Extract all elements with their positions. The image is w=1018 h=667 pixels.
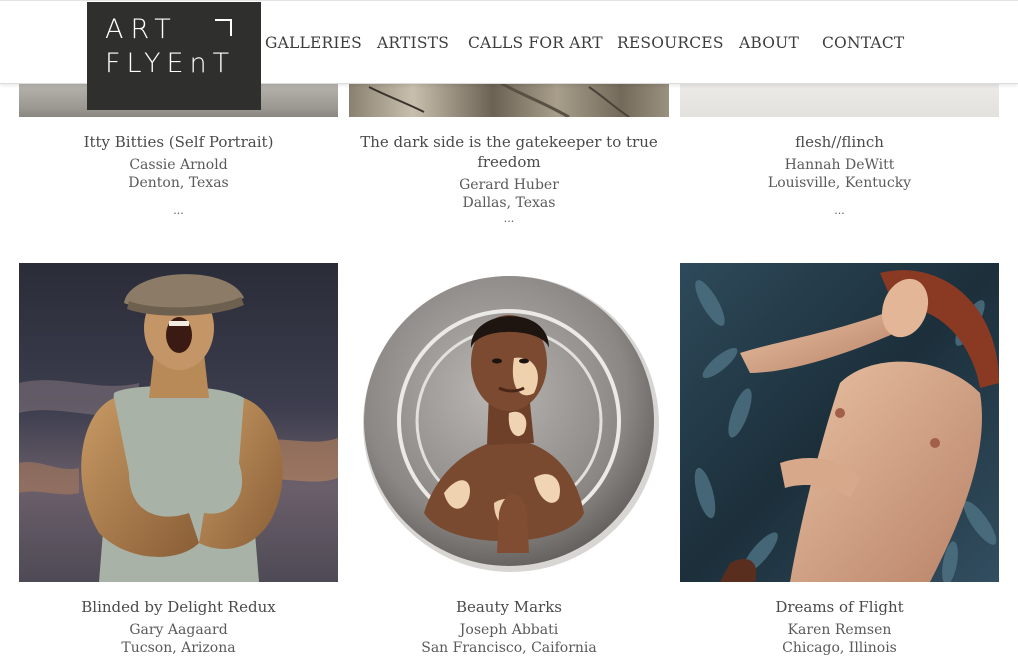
- artwork-title[interactable]: Dreams of Flight: [680, 597, 999, 617]
- artwork-title[interactable]: Blinded by Delight Redux: [19, 597, 338, 617]
- artwork-title[interactable]: flesh//flinch: [680, 132, 999, 152]
- artist-location: Chicago, Illinois: [782, 640, 897, 656]
- artwork-card: Dreams of Flight Karen Remsen Chicago, I…: [680, 597, 999, 657]
- nav-resources[interactable]: RESOURCES: [617, 34, 724, 52]
- artist-location: San Francisco, Caifornia: [421, 640, 597, 656]
- nav-galleries[interactable]: GALLERIES: [265, 34, 362, 52]
- sketch-figure-detail: [368, 82, 630, 117]
- artwork-card: Blinded by Delight Redux Gary Aagaard Tu…: [19, 597, 338, 657]
- logo-corner-mark: [215, 19, 232, 36]
- logo-line-2: FLYEnT: [105, 48, 236, 79]
- artist-name: Hannah DeWitt: [784, 157, 895, 173]
- more-ellipsis: ...: [834, 204, 845, 217]
- artwork-title[interactable]: The dark side is the gatekeeper to true …: [349, 132, 669, 172]
- artwork-card: flesh//flinch Hannah DeWitt Louisville, …: [680, 132, 999, 218]
- artist-location: Denton, Texas: [128, 175, 229, 191]
- artist-name: Gary Aagaard: [129, 622, 228, 638]
- painting-beauty-marks: [363, 276, 659, 572]
- artwork-thumbnail[interactable]: [680, 82, 999, 117]
- artist-location: Dallas, Texas: [462, 195, 556, 211]
- artwork-card: The dark side is the gatekeeper to true …: [349, 132, 669, 226]
- artist-name: Cassie Arnold: [129, 157, 228, 173]
- artist-name: Gerard Huber: [459, 177, 559, 193]
- artwork-card: Itty Bitties (Self Portrait) Cassie Arno…: [19, 132, 338, 218]
- logo-line-1: ART: [105, 14, 178, 45]
- artwork-thumbnail[interactable]: [680, 263, 999, 582]
- artwork-thumbnail[interactable]: [19, 263, 338, 582]
- artist-name: Joseph Abbati: [459, 622, 559, 638]
- nav-contact[interactable]: CONTACT: [822, 34, 904, 52]
- nav-about[interactable]: ABOUT: [739, 34, 799, 52]
- nav-calls-for-art[interactable]: CALLS FOR ART: [468, 34, 603, 52]
- nav-artists[interactable]: ARTISTS: [377, 34, 449, 52]
- artwork-title[interactable]: Itty Bitties (Self Portrait): [19, 132, 338, 152]
- artist-name: Karen Remsen: [787, 622, 892, 638]
- painting-blinded-by-delight: [19, 263, 338, 582]
- artwork-thumbnail[interactable]: [349, 82, 669, 117]
- artist-location: Tucson, Arizona: [121, 640, 236, 656]
- site-logo[interactable]: ART FLYEnT: [87, 2, 261, 110]
- more-ellipsis: ...: [503, 212, 515, 225]
- artwork-thumbnail[interactable]: [349, 263, 669, 582]
- painting-dreams-of-flight: [680, 263, 999, 582]
- artwork-title[interactable]: Beauty Marks: [349, 597, 669, 617]
- more-ellipsis: ...: [173, 204, 184, 217]
- artwork-card: Beauty Marks Joseph Abbati San Francisco…: [349, 597, 669, 657]
- artist-location: Louisville, Kentucky: [767, 175, 912, 191]
